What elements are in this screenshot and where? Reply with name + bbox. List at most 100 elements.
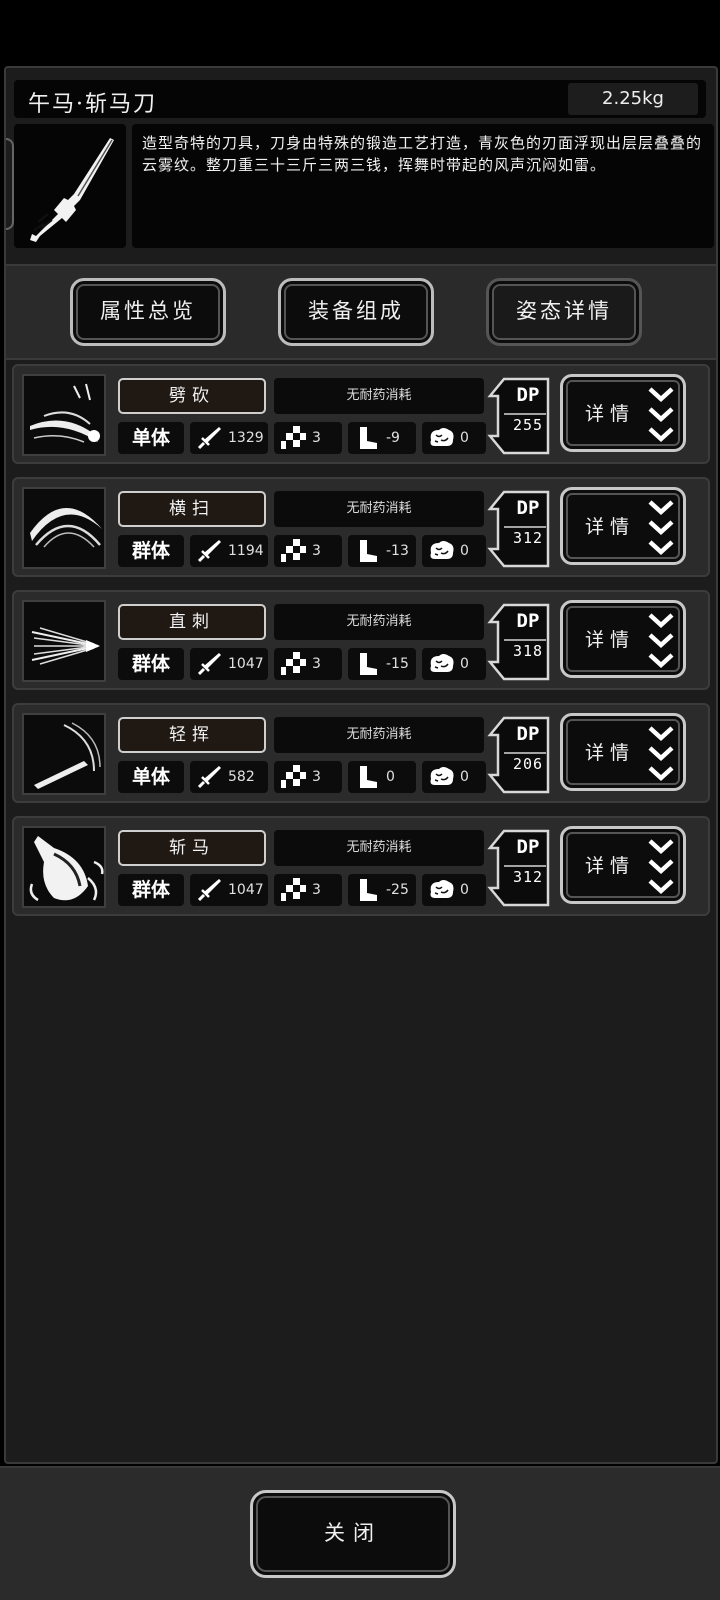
dp-badge: DP 312 xyxy=(486,489,552,569)
range-value: 3 xyxy=(312,430,321,446)
range-value: 3 xyxy=(312,882,321,898)
dp-label: DP xyxy=(516,836,540,858)
skill-name: 直刺 xyxy=(118,604,266,640)
skill-name: 斩马 xyxy=(118,830,266,866)
skill-name: 轻挥 xyxy=(118,717,266,753)
skill-row: 斩马 无耐药消耗 群体 1047 3 -25 0 DP 312 详情 xyxy=(12,816,710,916)
range-icon xyxy=(278,423,308,453)
dp-badge: DP 255 xyxy=(486,376,552,456)
skill-detail-button[interactable]: 详情 xyxy=(560,487,686,565)
skill-target: 单体 xyxy=(118,761,184,793)
skill-cost: 无耐药消耗 xyxy=(274,830,484,866)
mind-stat: 0 xyxy=(422,761,486,793)
skill-row: 直刺 无耐药消耗 群体 1047 3 -15 0 DP 318 详情 xyxy=(12,590,710,690)
dp-label: DP xyxy=(516,384,540,406)
dp-badge: DP 312 xyxy=(486,828,552,908)
title-bar: 午马·斩马刀 2.25kg xyxy=(14,80,706,118)
attack-value: 1047 xyxy=(228,882,264,898)
dp-label: DP xyxy=(516,610,540,632)
brain-icon xyxy=(426,762,456,792)
attack-stat: 1047 xyxy=(190,874,268,906)
horse-slash-icon xyxy=(22,826,106,908)
skill-target: 群体 xyxy=(118,535,184,567)
tab-equipment[interactable]: 装备组成 xyxy=(278,278,434,346)
dp-value: 318 xyxy=(512,642,544,660)
dp-value: 312 xyxy=(512,868,544,886)
skill-target: 单体 xyxy=(118,422,184,454)
attack-stat: 582 xyxy=(190,761,268,793)
attack-sword-icon xyxy=(194,423,224,453)
close-button[interactable]: 关闭 xyxy=(250,1490,456,1578)
range-icon xyxy=(278,649,308,679)
skill-row: 劈砍 无耐药消耗单体 1329 3 -9 0 DP 255 详情 xyxy=(12,364,710,464)
skill-cost: 无耐药消耗 xyxy=(274,378,484,414)
boot-icon xyxy=(352,762,382,792)
skill-row: 横扫 无耐药消耗群体 1194 3 -13 0 DP 312 详情 xyxy=(12,477,710,577)
range-stat: 3 xyxy=(274,648,342,680)
attack-value: 1329 xyxy=(228,430,264,446)
range-icon xyxy=(278,762,308,792)
skill-target: 群体 xyxy=(118,648,184,680)
detail-label: 详情 xyxy=(585,403,636,425)
move-value: -9 xyxy=(386,430,400,446)
skill-detail-button[interactable]: 详情 xyxy=(560,826,686,904)
skill-name: 劈砍 xyxy=(118,378,266,414)
detail-label: 详情 xyxy=(585,516,636,538)
range-stat: 3 xyxy=(274,422,342,454)
mind-value: 0 xyxy=(460,543,469,559)
range-stat: 3 xyxy=(274,874,342,906)
attack-value: 1194 xyxy=(228,543,264,559)
weapon-name: 午马·斩马刀 xyxy=(28,92,157,117)
weapon-panel: 午马·斩马刀 2.25kg 造型奇特的刀具，刀身由特殊的锻造工艺打造，青灰色的刃… xyxy=(4,66,718,1464)
skill-cost: 无耐药消耗 xyxy=(274,491,484,527)
boot-icon xyxy=(352,536,382,566)
attack-stat: 1194 xyxy=(190,535,268,567)
range-value: 3 xyxy=(312,543,321,559)
move-value: -13 xyxy=(386,543,409,559)
dp-value: 206 xyxy=(512,755,544,773)
mind-stat: 0 xyxy=(422,535,486,567)
tab-attributes[interactable]: 属性总览 xyxy=(70,278,226,346)
skill-detail-button[interactable]: 详情 xyxy=(560,713,686,791)
dp-label: DP xyxy=(516,723,540,745)
move-stat: -13 xyxy=(348,535,416,567)
range-stat: 3 xyxy=(274,535,342,567)
mind-value: 0 xyxy=(460,656,469,672)
status-bar xyxy=(0,0,720,64)
thrust-icon xyxy=(22,600,106,682)
attack-value: 582 xyxy=(228,769,255,785)
footer: 关闭 xyxy=(0,1466,720,1600)
dp-value: 312 xyxy=(512,529,544,547)
attack-value: 1047 xyxy=(228,656,264,672)
skill-row: 轻挥 无耐药消耗单体 582 3 0 0 DP 206 详情 xyxy=(12,703,710,803)
side-tab-handle[interactable] xyxy=(6,138,14,230)
attack-sword-icon xyxy=(194,536,224,566)
attack-stat: 1047 xyxy=(190,648,268,680)
dp-value: 255 xyxy=(512,416,544,434)
boot-icon xyxy=(352,875,382,905)
mind-value: 0 xyxy=(460,430,469,446)
range-stat: 3 xyxy=(274,761,342,793)
brain-icon xyxy=(426,423,456,453)
skill-detail-button[interactable]: 详情 xyxy=(560,600,686,678)
mind-stat: 0 xyxy=(422,648,486,680)
boot-icon xyxy=(352,649,382,679)
slash-down-icon xyxy=(22,374,106,456)
skill-name: 横扫 xyxy=(118,491,266,527)
light-swing-icon xyxy=(22,713,106,795)
brain-icon xyxy=(426,649,456,679)
skill-detail-button[interactable]: 详情 xyxy=(560,374,686,452)
mind-stat: 0 xyxy=(422,874,486,906)
attack-sword-icon xyxy=(194,649,224,679)
dp-label: DP xyxy=(516,497,540,519)
range-value: 3 xyxy=(312,656,321,672)
move-stat: 0 xyxy=(348,761,416,793)
tab-stance[interactable]: 姿态详情 xyxy=(486,278,642,346)
attack-stat: 1329 xyxy=(190,422,268,454)
skill-cost: 无耐药消耗 xyxy=(274,717,484,753)
detail-label: 详情 xyxy=(585,855,636,877)
mind-value: 0 xyxy=(460,769,469,785)
skill-target: 群体 xyxy=(118,874,184,906)
range-value: 3 xyxy=(312,769,321,785)
tab-strip: 属性总览 装备组成 姿态详情 xyxy=(6,264,716,360)
